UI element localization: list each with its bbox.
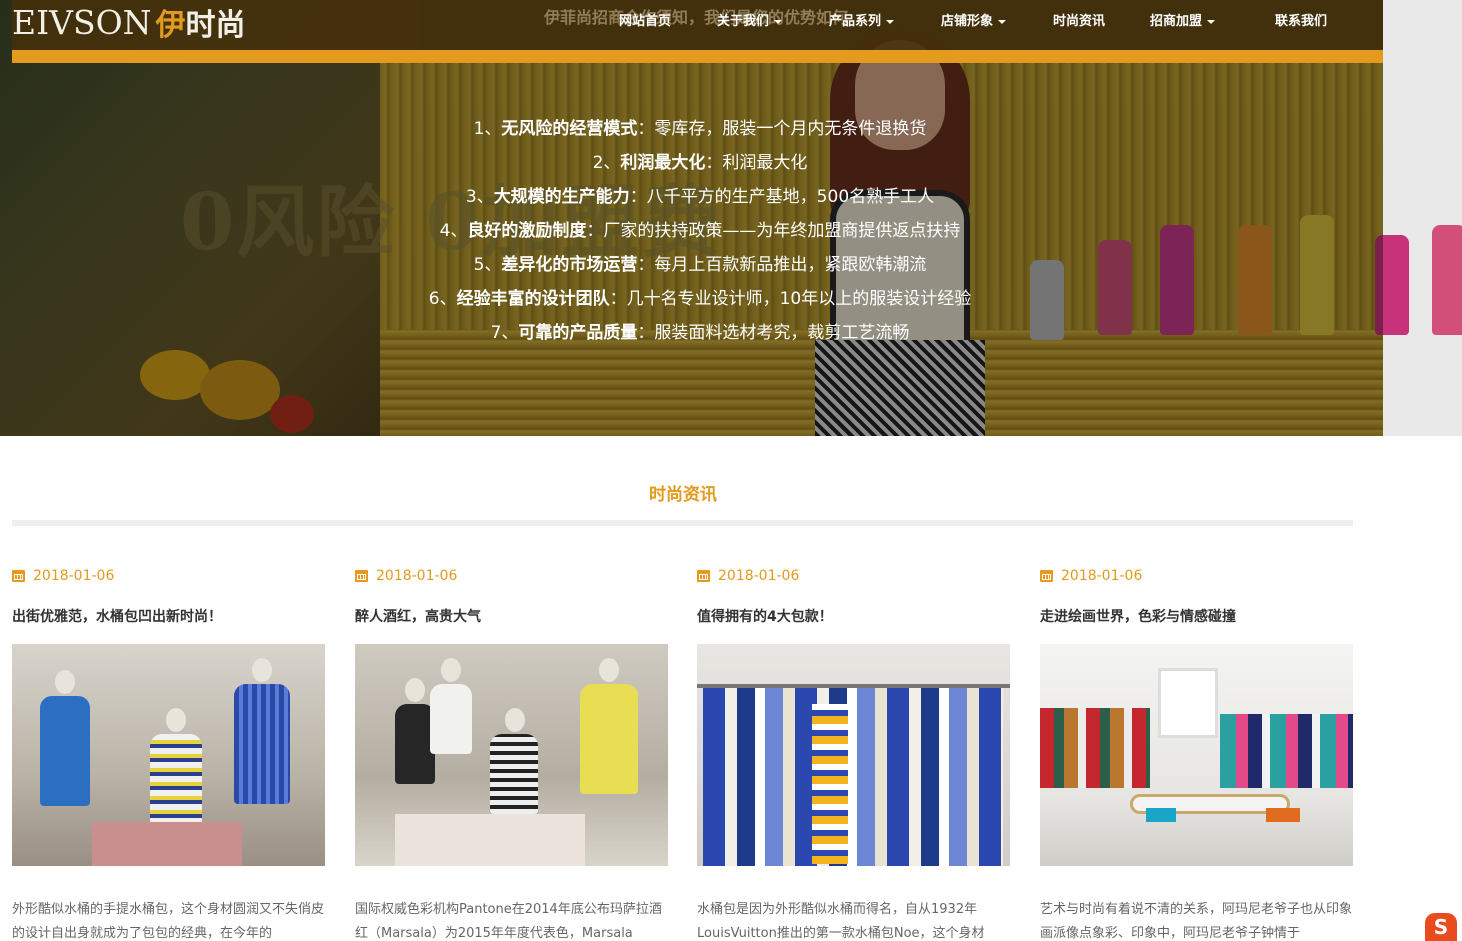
chevron-down-icon bbox=[774, 19, 783, 24]
article-title[interactable]: 值得拥有的4大包款！ bbox=[697, 606, 1010, 626]
calendar-icon bbox=[697, 570, 710, 582]
mannequin-head bbox=[55, 670, 75, 694]
article-title[interactable]: 醉人酒红，高贵大气 bbox=[355, 606, 668, 626]
logo-chinese: 伊时尚 bbox=[155, 8, 246, 43]
article-image[interactable] bbox=[12, 644, 325, 866]
article-card[interactable]: 2018-01-06 走进绘画世界，色彩与情感碰撞 艺术与时尚有着说不清的关系，… bbox=[1040, 566, 1353, 941]
advantage-line: 1、无风险的经营模式：零库存，服装一个月内无条件退换货 bbox=[473, 119, 927, 139]
chevron-down-icon bbox=[1207, 19, 1216, 24]
article-title[interactable]: 出街优雅范，水桶包凹出新时尚！ bbox=[12, 606, 325, 626]
section-divider bbox=[12, 520, 1353, 526]
hanging-clothes bbox=[1040, 708, 1150, 788]
nav-marquee-text: 伊菲尚招商合作须知，我们是您的优势如何 bbox=[544, 8, 849, 27]
mannequin-head bbox=[441, 658, 461, 682]
nav-item-home[interactable]: 网站首页 bbox=[619, 10, 671, 29]
nav-item-franchise[interactable]: 招商加盟 bbox=[1150, 10, 1216, 29]
site-logo[interactable]: EIVSON 伊时尚 bbox=[12, 2, 246, 44]
navbar-accent-bar bbox=[12, 50, 1383, 63]
article-date: 2018-01-06 bbox=[697, 566, 1010, 586]
store-photo-scene bbox=[697, 644, 1010, 866]
article-image[interactable] bbox=[1040, 644, 1353, 866]
article-date: 2018-01-06 bbox=[12, 566, 325, 586]
nav-item-about[interactable]: 关于我们 bbox=[717, 10, 783, 29]
article-card[interactable]: 2018-01-06 值得拥有的4大包款！ 水桶包是因为外形酷似水桶而得名，自从… bbox=[697, 566, 1010, 941]
page: 0风险 0加盟费 1、无风险的经营模式：零库存，服装一个月内无条件退换货 2、利… bbox=[0, 0, 1462, 941]
article-image[interactable] bbox=[697, 644, 1010, 866]
article-title[interactable]: 走进绘画世界，色彩与情感碰撞 bbox=[1040, 606, 1353, 626]
calendar-icon bbox=[12, 570, 25, 582]
sogou-input-icon[interactable]: S bbox=[1425, 913, 1457, 941]
article-summary: 外形酷似水桶的手提水桶包，这个身材圆润又不失俏皮的设计自出身就成为了包包的经典，… bbox=[12, 902, 325, 941]
advantage-line: 7、可靠的产品质量：服装面料选材考究，裁剪工艺流畅 bbox=[490, 323, 910, 343]
nav-item-contact[interactable]: 联系我们 bbox=[1275, 10, 1327, 29]
mannequin-head bbox=[252, 658, 272, 682]
mannequin bbox=[490, 734, 538, 814]
mannequin bbox=[234, 684, 290, 804]
article-card[interactable]: 2018-01-06 醉人酒红，高贵大气 国际权威色彩机构Pantone在201… bbox=[355, 566, 668, 941]
chevron-down-icon bbox=[886, 19, 895, 24]
advantage-line: 6、经验丰富的设计团队：几十名专业设计师，10年以上的服装设计经验 bbox=[428, 289, 972, 309]
calendar-icon bbox=[1040, 570, 1053, 582]
poster-board bbox=[395, 814, 585, 866]
mannequin-head bbox=[166, 708, 186, 732]
bottle-decoration bbox=[1432, 225, 1462, 335]
mannequin-head bbox=[505, 708, 525, 732]
section-title: 时尚资讯 bbox=[649, 485, 717, 505]
mannequin-head bbox=[599, 658, 619, 682]
article-card[interactable]: 2018-01-06 出街优雅范，水桶包凹出新时尚！ 外形酷似水桶的手提水桶包，… bbox=[12, 566, 325, 941]
chevron-down-icon bbox=[998, 19, 1007, 24]
store-photo-scene bbox=[355, 644, 668, 866]
store-photo-scene bbox=[12, 644, 325, 866]
window-light bbox=[1158, 668, 1218, 738]
hero-right-edge bbox=[1383, 0, 1462, 436]
article-image[interactable] bbox=[355, 644, 668, 866]
poster-board bbox=[92, 822, 242, 866]
store-photo-scene bbox=[1040, 644, 1353, 866]
hero-banner[interactable]: 0风险 0加盟费 1、无风险的经营模式：零库存，服装一个月内无条件退换货 2、利… bbox=[0, 0, 1462, 436]
article-summary: 水桶包是因为外形酷似水桶而得名，自从1932年LouisVuitton推出的第一… bbox=[697, 902, 985, 941]
nav-item-stores[interactable]: 店铺形象 bbox=[941, 10, 1007, 29]
logo-english: EIVSON bbox=[12, 2, 152, 42]
advantage-line: 3、大规模的生产能力：八千平方的生产基地，500名熟手工人 bbox=[465, 187, 935, 207]
article-summary: 国际权威色彩机构Pantone在2014年底公布玛萨拉酒红（Marsala）为2… bbox=[355, 902, 662, 941]
article-summary: 艺术与时尚有着说不清的关系，阿玛尼老爷子也从印象画派像点象彩、印象中，阿玛尼老爷… bbox=[1040, 902, 1353, 941]
nav-item-news[interactable]: 时尚资讯 bbox=[1053, 10, 1105, 29]
mannequin-head bbox=[405, 678, 425, 702]
advantage-line: 2、利润最大化：利润最大化 bbox=[592, 153, 808, 173]
calendar-icon bbox=[355, 570, 368, 582]
article-date: 2018-01-06 bbox=[355, 566, 668, 586]
advantage-line: 5、差异化的市场运营：每月上百款新品推出，紧跟欧韩潮流 bbox=[473, 255, 927, 275]
advantage-line: 4、良好的激励制度：厂家的扶持政策——为年终加盟商提供返点扶持 bbox=[439, 221, 961, 241]
folded-clothes bbox=[1146, 808, 1176, 822]
folded-clothes bbox=[1266, 808, 1300, 822]
hanging-clothes bbox=[1220, 714, 1353, 788]
hero-advantages: 1、无风险的经营模式：零库存，服装一个月内无条件退换货 2、利润最大化：利润最大… bbox=[380, 112, 1020, 350]
nav-item-products[interactable]: 产品系列 bbox=[829, 10, 895, 29]
mannequin bbox=[395, 704, 435, 784]
mannequin bbox=[150, 734, 202, 824]
striped-dress bbox=[812, 704, 848, 864]
mannequin bbox=[580, 684, 638, 794]
mannequin bbox=[430, 684, 472, 754]
hanging-clothes bbox=[703, 688, 1003, 866]
mannequin bbox=[40, 696, 90, 806]
article-date: 2018-01-06 bbox=[1040, 566, 1353, 586]
